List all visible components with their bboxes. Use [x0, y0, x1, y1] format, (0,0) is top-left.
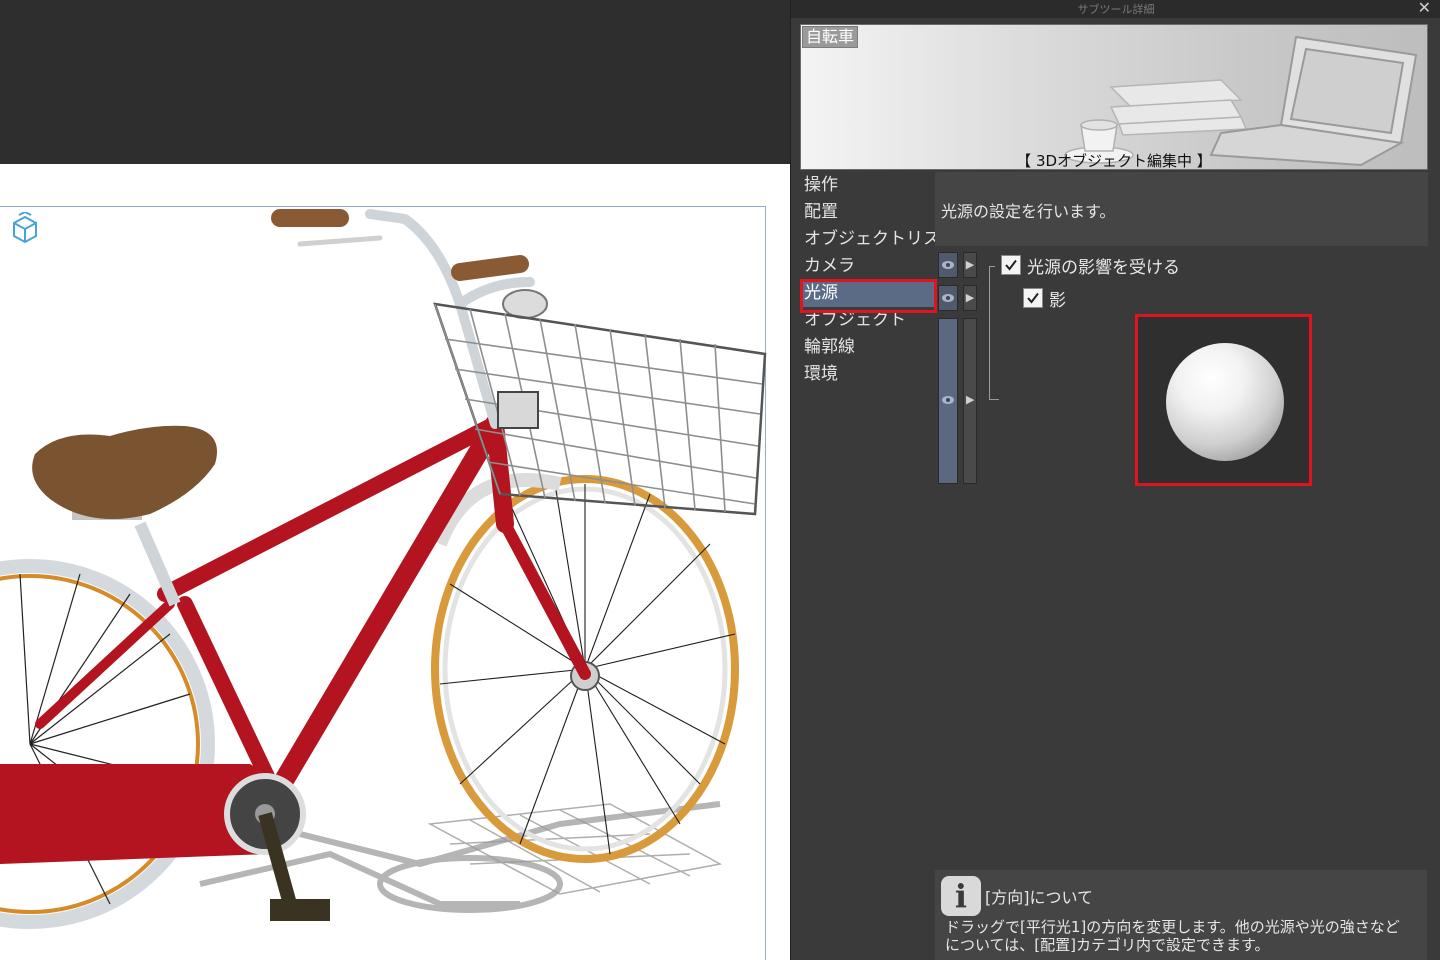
panel-titlebar[interactable]: サブツール詳細 ✕ — [791, 0, 1440, 18]
category-camera[interactable]: カメラ — [800, 253, 935, 280]
tree-connector — [989, 266, 999, 400]
category-outline[interactable]: 輪郭線 — [800, 334, 935, 361]
shadow-checkbox[interactable] — [1023, 288, 1043, 308]
preview-books — [1109, 79, 1248, 136]
close-icon[interactable]: ✕ — [1418, 0, 1431, 17]
help-title: [方向]について — [985, 888, 1094, 907]
affected-by-light-label: 光源の影響を受ける — [1027, 257, 1180, 278]
expand-arrow-button[interactable]: ▶ — [963, 252, 977, 278]
affected-by-light-setting[interactable]: 光源の影響を受ける — [1001, 254, 1180, 278]
category-list: 操作 配置 オブジェクトリスト カメラ 光源 オブジェクト 輪郭線 環境 — [800, 172, 957, 388]
panel-title: サブツール詳細 — [1077, 3, 1155, 16]
expand-arrow-button[interactable]: ▶ — [963, 318, 977, 484]
preview-laptop — [1209, 35, 1418, 167]
category-description: 光源の設定を行います。 — [941, 202, 1116, 221]
bicycle-3d-model[interactable] — [0, 164, 790, 960]
visibility-eye-button[interactable] — [938, 318, 958, 484]
affected-by-light-checkbox[interactable] — [1001, 255, 1021, 275]
category-environment[interactable]: 環境 — [800, 361, 935, 388]
category-placement[interactable]: 配置 — [800, 199, 935, 226]
checkmark-icon — [1005, 259, 1017, 271]
editing-status-caption: 【 3Dオブジェクト編集中 】 — [1016, 152, 1212, 170]
subtool-detail-panel: サブツール詳細 ✕ 自転車 【 3Dオブジェクト編集中 】 操作 配置 オブジェ… — [790, 0, 1440, 960]
category-operation[interactable]: 操作 — [800, 172, 935, 199]
category-description-box: 光源の設定を行います。 — [935, 172, 1428, 246]
category-object-list[interactable]: オブジェクトリスト — [800, 226, 957, 253]
light-direction-control[interactable] — [1135, 314, 1312, 486]
visibility-eye-button[interactable] — [938, 252, 958, 278]
rear-wheel — [0, 559, 215, 929]
subtool-preview: 自転車 【 3Dオブジェクト編集中 】 — [800, 24, 1428, 170]
info-icon: i — [941, 876, 981, 916]
eye-icon — [942, 396, 954, 404]
eye-icon — [942, 261, 954, 269]
shadow-setting[interactable]: 影 — [1023, 287, 1066, 311]
help-text-line-2: については、[配置]カテゴリ内で設定できます。 — [945, 936, 1270, 954]
expand-arrow-button[interactable]: ▶ — [963, 285, 977, 311]
eye-icon — [942, 294, 954, 302]
shadow-label: 影 — [1049, 290, 1066, 311]
checkmark-icon — [1027, 292, 1039, 304]
play-arrow-icon: ▶ — [966, 393, 975, 406]
light-direction-sphere[interactable] — [1166, 343, 1284, 461]
category-object[interactable]: オブジェクト — [800, 307, 935, 334]
canvas-area[interactable] — [0, 0, 790, 960]
visibility-eye-button[interactable] — [938, 285, 958, 311]
category-light-source[interactable]: 光源 — [800, 280, 937, 307]
chain-guard — [0, 764, 330, 921]
subtool-name-tag: 自転車 — [802, 26, 859, 48]
tree-connector-tick — [989, 266, 995, 267]
help-box: i [方向]について ドラッグで[平行光1]の方向を変更します。他の光源や光の強… — [935, 870, 1427, 960]
preview-illustration — [1064, 35, 1418, 167]
